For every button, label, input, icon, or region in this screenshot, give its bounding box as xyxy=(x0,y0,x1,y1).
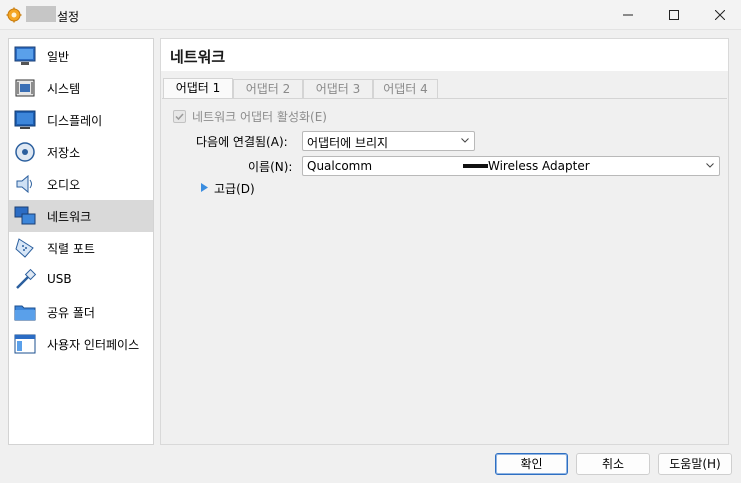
sidebar-item-label: 시스템 xyxy=(47,82,81,96)
sidebar-item-system[interactable]: 시스템 xyxy=(9,72,153,104)
usb-icon xyxy=(16,268,37,289)
minimize-button[interactable] xyxy=(605,0,651,30)
name-label: 이름(N): xyxy=(248,160,293,174)
title-bar: 설정 xyxy=(0,0,741,30)
speaker-icon xyxy=(16,174,32,194)
sidebar-item-label: 오디오 xyxy=(47,178,81,192)
adapter-name-suffix: Wireless Adapter xyxy=(488,159,590,173)
sidebar-item-network[interactable]: 네트워크 xyxy=(9,200,153,232)
page-header: 네트워크 xyxy=(161,39,728,71)
sidebar-item-serial-ports[interactable]: 직렬 포트 xyxy=(9,232,153,264)
checkmark-icon xyxy=(175,113,184,121)
ok-button[interactable]: 확인 xyxy=(495,453,568,475)
sidebar-item-label: 사용자 인터페이스 xyxy=(47,338,140,352)
sidebar-item-label: 직렬 포트 xyxy=(47,242,95,256)
page-title: 네트워크 xyxy=(170,48,226,66)
advanced-toggle[interactable]: 고급(D) xyxy=(200,179,270,197)
virtualbox-gear-icon xyxy=(6,7,22,23)
advanced-label: 고급(D) xyxy=(214,182,255,196)
expand-arrow-icon xyxy=(201,183,208,192)
sidebar-item-user-interface[interactable]: 사용자 인터페이스 xyxy=(9,328,153,360)
sidebar-item-usb[interactable]: USB xyxy=(9,264,153,296)
sidebar-item-label: USB xyxy=(47,272,72,286)
enable-adapter-checkbox[interactable] xyxy=(173,110,186,123)
attached-to-value: 어댑터에 브리지 xyxy=(307,136,389,150)
maximize-icon xyxy=(669,10,679,20)
attached-to-label: 다음에 연결됨(A): xyxy=(196,135,288,149)
display-icon xyxy=(14,110,36,129)
redacted-title-block xyxy=(26,6,56,22)
enable-adapter-label: 네트워크 어댑터 활성화(E) xyxy=(192,110,327,124)
help-button[interactable]: 도움말(H) xyxy=(658,453,732,475)
tab-adapter-3[interactable]: 어댑터 3 xyxy=(303,79,373,98)
minimize-icon xyxy=(623,14,633,16)
settings-sidebar: 일반 시스템 디스플레이 저장소 오디오 네트워크 직렬 포트 USB 공유 폴… xyxy=(8,38,154,445)
sidebar-item-label: 일반 xyxy=(47,50,70,64)
close-button[interactable] xyxy=(697,0,741,30)
chevron-down-icon xyxy=(461,138,469,143)
maximize-button[interactable] xyxy=(651,0,697,30)
sidebar-item-display[interactable]: 디스플레이 xyxy=(9,104,153,136)
tab-adapter-4[interactable]: 어댑터 4 xyxy=(373,79,438,98)
window-title: 설정 xyxy=(57,10,80,24)
sidebar-item-shared-folders[interactable]: 공유 폴더 xyxy=(9,296,153,328)
tab-adapter-1[interactable]: 어댑터 1 xyxy=(163,78,233,99)
adapter-name-prefix: Qualcomm xyxy=(307,159,373,173)
sidebar-item-general[interactable]: 일반 xyxy=(9,40,153,72)
adapter-name-select[interactable]: Qualcomm Wireless Adapter xyxy=(302,156,720,176)
sidebar-item-storage[interactable]: 저장소 xyxy=(9,136,153,168)
sidebar-item-audio[interactable]: 오디오 xyxy=(9,168,153,200)
chip-icon xyxy=(15,79,35,97)
sidebar-item-label: 디스플레이 xyxy=(47,114,103,128)
network-settings-pane: 네트워크 어댑터 1 어댑터 2 어댑터 3 어댑터 4 네트워크 어댑터 활성… xyxy=(160,38,729,445)
folder-icon xyxy=(14,305,36,321)
sidebar-item-label: 공유 폴더 xyxy=(47,306,95,320)
ui-window-icon xyxy=(14,334,36,354)
redacted-name-part xyxy=(463,164,488,168)
attached-to-select[interactable]: 어댑터에 브리지 xyxy=(302,131,475,151)
cancel-button[interactable]: 취소 xyxy=(576,453,650,475)
sidebar-item-label: 저장소 xyxy=(47,146,81,160)
chevron-down-icon xyxy=(706,163,714,168)
disk-icon xyxy=(15,142,35,162)
tab-adapter-2[interactable]: 어댑터 2 xyxy=(233,79,303,98)
monitor-icon xyxy=(14,46,36,65)
network-icon xyxy=(14,206,36,225)
sidebar-item-label: 네트워크 xyxy=(47,210,92,224)
serial-port-icon xyxy=(15,238,34,258)
adapter-1-panel: 네트워크 어댑터 활성화(E) 다음에 연결됨(A): 어댑터에 브리지 이름(… xyxy=(162,98,727,444)
close-icon xyxy=(715,10,725,20)
